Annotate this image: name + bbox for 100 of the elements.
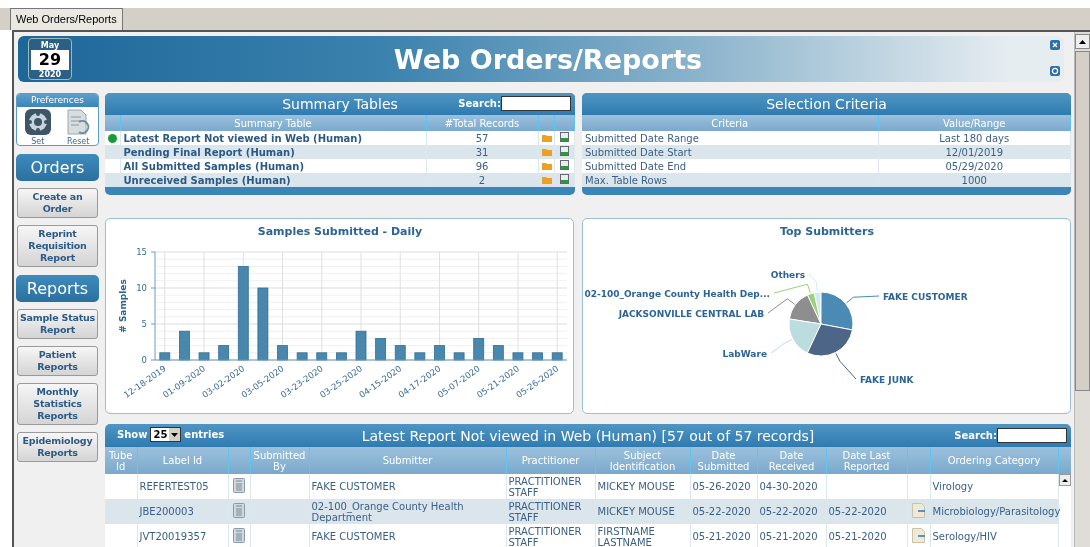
table-cell: Last 180 days <box>878 131 1071 145</box>
table-cell: FAKE CUSTOMER <box>309 474 506 499</box>
show-label: Show <box>117 429 148 440</box>
column-header: Subject Identification <box>595 447 690 474</box>
chart-title: Top Submitters <box>780 225 875 238</box>
arrow-up-icon <box>1061 478 1068 482</box>
slice-label: FAKE JUNK <box>860 375 914 385</box>
search-field[interactable] <box>997 428 1067 443</box>
tab[interactable]: Web Orders/Reports <box>10 8 123 30</box>
column-header: Practitioner <box>506 447 595 474</box>
search-label: Search: <box>954 430 997 441</box>
document-icon[interactable] <box>559 174 569 184</box>
scrollbar-thumb[interactable] <box>1075 51 1090 391</box>
document-icon[interactable] <box>559 160 569 170</box>
page-title: Web Orders/Reports <box>392 43 704 75</box>
table-cell: 05-21-2020 <box>826 524 907 547</box>
scroll-up-button[interactable] <box>1075 34 1090 49</box>
table-cell: 02-100_Orange County Health Department <box>309 499 506 524</box>
chart-title: Samples Submitted - Daily <box>257 225 423 238</box>
sidebar-button[interactable]: Epidemiology Reports <box>17 432 98 462</box>
table-cell: 05/29/2020 <box>878 159 1071 173</box>
slice-label: Others <box>770 270 806 280</box>
leader-line <box>845 295 880 304</box>
sidebar-button[interactable]: Create an Order <box>17 188 98 218</box>
search-field[interactable] <box>501 96 571 111</box>
close-icon[interactable] <box>1050 40 1060 50</box>
sidebar-button[interactable]: Monthly Statistics Reports <box>17 383 98 425</box>
axis-title: # Samples <box>118 279 128 333</box>
tick-label: 15 <box>136 247 147 257</box>
slice-label: 02-100_Orange County Health Dep... <box>584 289 771 299</box>
chart-bar <box>218 345 230 361</box>
table-cell: PRACTITIONER STAFF <box>506 474 595 499</box>
table-cell: Submitted Date Start <box>582 145 878 159</box>
column-header: Date Submitted <box>690 447 757 474</box>
table-cell: Max. Table Rows <box>582 173 878 187</box>
table-cell: 05-22-2020 <box>826 499 907 524</box>
table-cell: 05-22-2020 <box>690 499 757 524</box>
table-cell: JBE200003 <box>137 499 228 524</box>
chart-bar <box>277 345 288 361</box>
column-header: Date Received <box>757 447 826 474</box>
table-cell: 31 <box>426 145 538 159</box>
refresh-icon[interactable] <box>1050 66 1060 76</box>
chart-bar <box>179 330 190 361</box>
column-header: #Total Records <box>426 115 538 131</box>
table-cell: 2 <box>426 173 538 187</box>
table-cell: 04-30-2020 <box>757 474 826 499</box>
document-arrow-icon[interactable] <box>911 528 926 543</box>
table-cell: Microbiology/Parasitology <box>930 499 1058 524</box>
sidebar-button[interactable]: Sample Status Report <box>17 309 98 339</box>
chart-bar <box>551 352 563 361</box>
leader-line <box>767 298 796 314</box>
column-header: Submitted By <box>250 447 309 474</box>
slice-label: FAKE CUSTOMER <box>883 292 968 302</box>
table-cell: 05-21-2020 <box>757 524 826 547</box>
column-header: Submitter <box>309 447 506 474</box>
chart-bar <box>296 352 308 361</box>
chart-bar <box>473 338 485 361</box>
document-icon[interactable] <box>559 132 569 142</box>
chart-bar <box>453 352 465 361</box>
table-cell: 05-22-2020 <box>757 499 826 524</box>
entries-label: entries <box>184 429 225 440</box>
document-arrow-icon <box>65 108 92 136</box>
chart-bar <box>355 330 367 361</box>
chart-bar <box>414 352 426 361</box>
tick-label: 10 <box>136 283 147 293</box>
reset-button[interactable]: Reset <box>65 108 92 145</box>
column-header: Tube Id <box>105 447 137 474</box>
section-header: Reports <box>16 275 99 302</box>
table-cell: 1000 <box>878 173 1071 187</box>
sidebar-button[interactable]: Reprint Requisition Report <box>17 225 98 267</box>
table-cell: REFERTEST05 <box>137 474 228 499</box>
caret-icon <box>171 432 179 437</box>
table-cell: PRACTITIONER STAFF <box>506 499 595 524</box>
table-cell: Serology/HIV <box>930 524 1058 547</box>
table-cell: 05-21-2020 <box>690 524 757 547</box>
table-cell: FAKE CUSTOMER <box>309 524 506 547</box>
document-icon[interactable] <box>559 146 569 156</box>
chart-bar <box>394 345 406 361</box>
panel-title: Selection Criteria <box>766 96 887 112</box>
column-header: Value/Range <box>878 115 1071 131</box>
tick-label: 5 <box>141 319 147 329</box>
column-header: Label Id <box>137 447 228 474</box>
column-header: Ordering Category <box>930 447 1058 474</box>
chart-bar <box>434 345 445 361</box>
column-header: Date Last Reported <box>826 447 907 474</box>
chart-bar <box>532 352 543 361</box>
chart-bar <box>159 352 171 361</box>
document-arrow-icon[interactable] <box>911 503 926 518</box>
search-label: Search: <box>458 98 501 109</box>
table-cell: 96 <box>426 159 538 173</box>
table-cell: Virology <box>930 474 1058 499</box>
chart-bar <box>492 345 504 361</box>
table-cell: 12/01/2019 <box>878 145 1071 159</box>
tick-label: 0 <box>141 355 147 365</box>
table-cell: 57 <box>426 131 538 145</box>
slice-label: LabWare <box>722 349 768 359</box>
sidebar-button[interactable]: Patient Reports <box>17 346 98 376</box>
panel-title: Summary Tables <box>282 96 398 112</box>
page-size-select[interactable]: 25 <box>150 427 182 442</box>
set-button[interactable]: Set <box>23 108 52 145</box>
